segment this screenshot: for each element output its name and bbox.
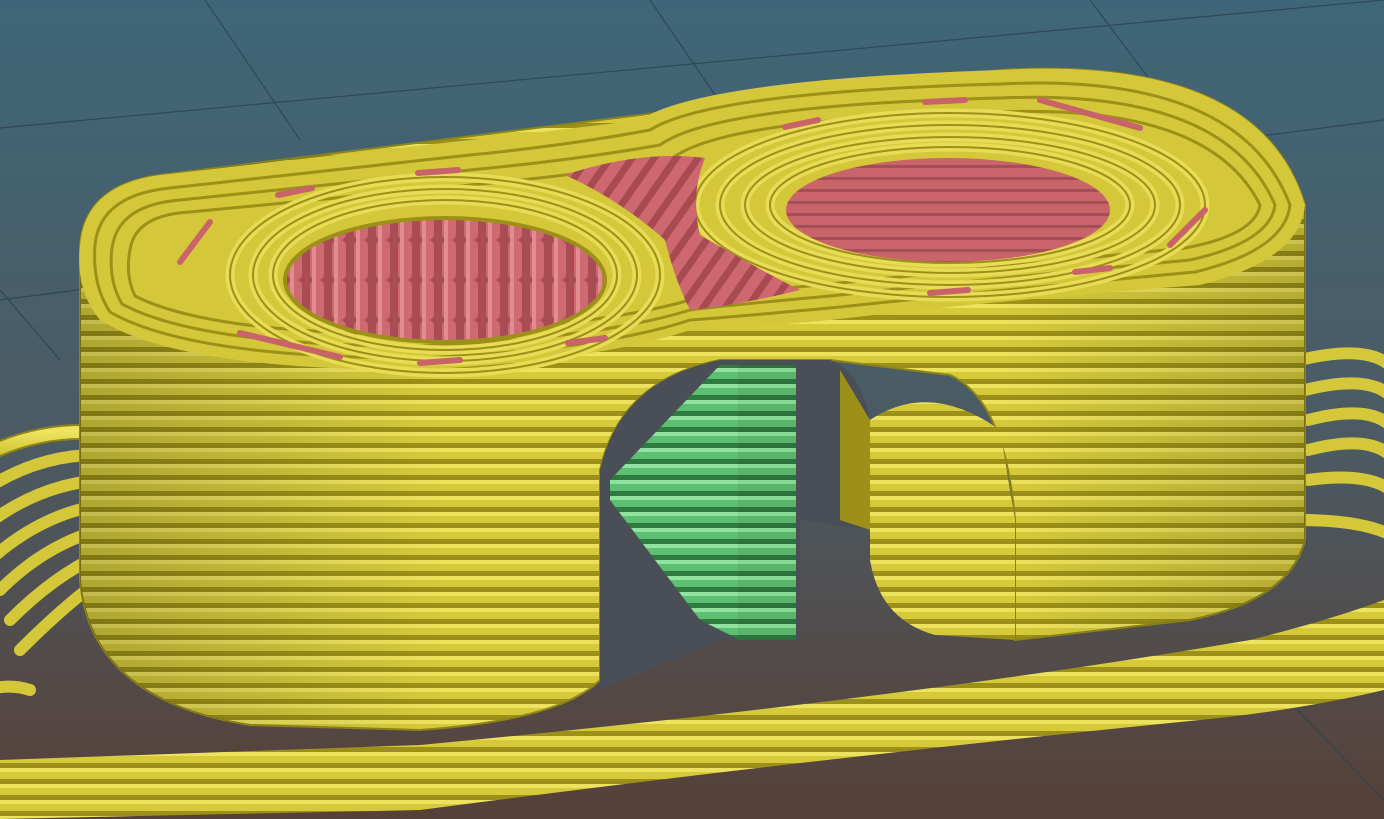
3d-preview-viewport[interactable] [0,0,1384,819]
right-hole-infill [786,158,1110,262]
